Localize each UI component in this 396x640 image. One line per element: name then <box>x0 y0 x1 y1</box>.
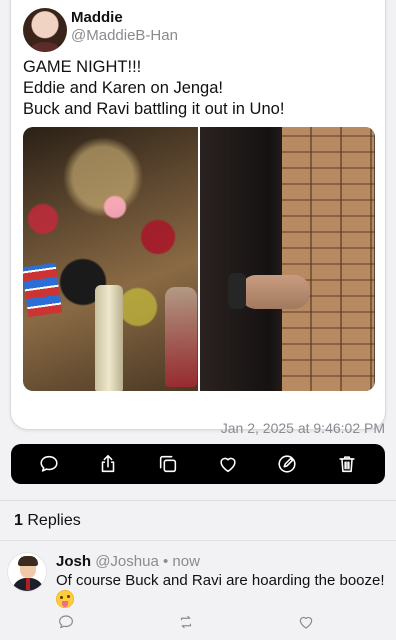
reply-meta: Josh @Joshua • now <box>56 553 200 570</box>
delete-button[interactable] <box>333 450 361 478</box>
post-media <box>23 127 375 391</box>
reply-time: now <box>172 553 200 570</box>
reply-text: Of course Buck and Ravi are hoarding the… <box>56 572 385 589</box>
repost-icon <box>180 615 192 629</box>
author-avatar[interactable] <box>23 8 67 52</box>
zany-face-emoji-icon <box>56 590 74 608</box>
photo-arm <box>240 275 310 309</box>
reply-separator-dot: • <box>162 553 169 570</box>
reply-like-button[interactable] <box>296 612 316 632</box>
delete-icon <box>339 456 355 473</box>
reply-author-handle: @Joshua <box>95 553 159 570</box>
reply-icon <box>59 615 73 629</box>
photo-bottle <box>95 285 123 391</box>
photo-cards <box>23 262 63 318</box>
reply-repost-button[interactable] <box>176 612 196 632</box>
reply-reply-button[interactable] <box>56 612 76 632</box>
replies-label: Replies <box>27 512 81 529</box>
replies-divider <box>0 540 396 541</box>
like-icon <box>220 457 236 473</box>
author-handle: @MaddieB-Han <box>71 27 178 44</box>
photo-jenga-tower <box>282 127 374 391</box>
avatar-tie <box>26 578 30 590</box>
post-text-line: GAME NIGHT!!! <box>23 58 142 76</box>
reply-button[interactable] <box>35 450 63 478</box>
post-action-toolbar <box>11 444 385 484</box>
avatar-hair <box>18 556 38 566</box>
reply-actions <box>56 612 316 632</box>
like-icon <box>299 616 313 629</box>
reply-icon <box>40 455 58 472</box>
post-text: GAME NIGHT!!! Eddie and Karen on Jenga! … <box>23 57 375 120</box>
share-icon <box>102 454 115 473</box>
avatar-shirt <box>30 42 60 52</box>
share-button[interactable] <box>94 450 122 478</box>
copy-button[interactable] <box>154 450 182 478</box>
copy-icon <box>160 455 177 473</box>
photo-glass <box>165 287 197 387</box>
photo-uno-table[interactable] <box>23 127 198 391</box>
post-timestamp: Jan 2, 2025 at 9:46:02 PM <box>220 420 385 436</box>
reply-author-name[interactable]: Josh <box>56 553 91 570</box>
like-button[interactable] <box>214 450 242 478</box>
reply-avatar[interactable] <box>7 552 47 592</box>
edit-button[interactable] <box>273 450 301 478</box>
post-text-line: Eddie and Karen on Jenga! <box>23 79 223 97</box>
photo-watch <box>228 273 246 309</box>
replies-header: 1 Replies <box>14 512 81 530</box>
section-divider <box>0 500 396 501</box>
post-card: Maddie @MaddieB-Han GAME NIGHT!!! Eddie … <box>10 0 386 430</box>
replies-count: 1 <box>14 512 23 529</box>
author-name[interactable]: Maddie <box>71 9 123 26</box>
edit-icon <box>278 455 297 473</box>
post-text-line: Buck and Ravi battling it out in Uno! <box>23 100 285 118</box>
photo-jenga[interactable] <box>200 127 375 391</box>
